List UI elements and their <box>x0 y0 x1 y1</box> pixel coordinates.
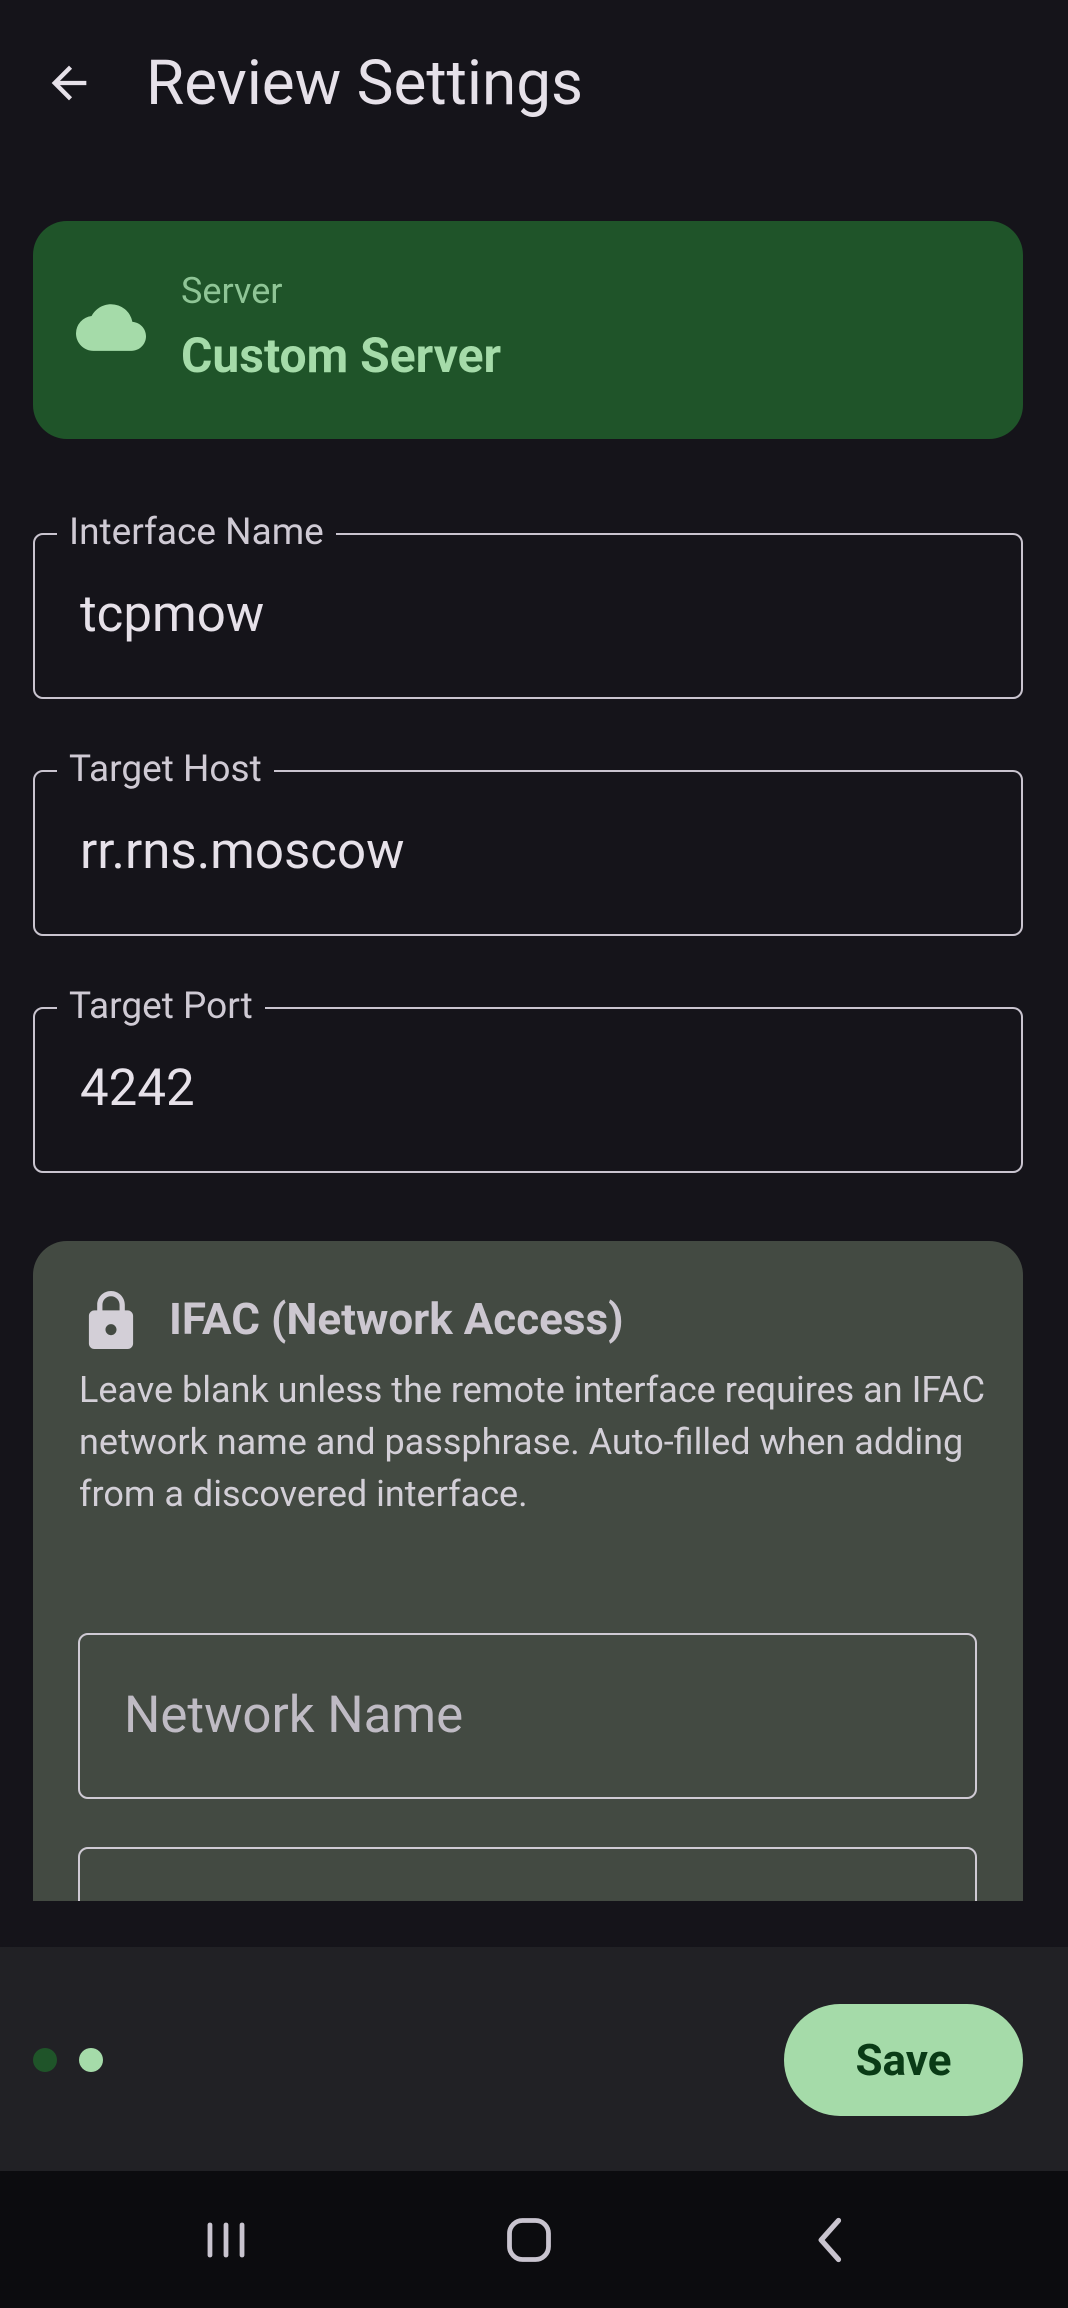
system-back-button[interactable] <box>802 2210 862 2270</box>
target-port-value[interactable]: 4242 <box>80 1056 195 1122</box>
interface-name-label: Interface Name <box>57 508 336 558</box>
home-button[interactable] <box>499 2210 559 2270</box>
target-host-label: Target Host <box>57 745 274 795</box>
network-name-input[interactable] <box>124 1683 924 1749</box>
back-button[interactable] <box>30 44 108 122</box>
arrow-back-icon <box>51 65 87 101</box>
page-title: Review Settings <box>146 47 584 120</box>
target-port-field[interactable]: Target Port 4242 <box>33 982 1023 1173</box>
recents-button[interactable] <box>196 2210 256 2270</box>
ifac-description: Leave blank unless the remote interface … <box>79 1369 985 1515</box>
review-settings-screen: Review Settings Server Custom Server Int… <box>0 0 1068 2308</box>
server-value: Custom Server <box>181 327 502 384</box>
lock-icon <box>88 1291 134 1349</box>
recents-icon <box>207 2222 245 2258</box>
interface-name-field[interactable]: Interface Name tcpmow <box>33 508 1023 699</box>
top-app-bar: Review Settings <box>0 0 1068 170</box>
home-icon <box>507 2218 551 2262</box>
save-button[interactable]: Save <box>784 2004 1023 2116</box>
scroll-edge <box>0 1901 1068 1947</box>
pager-dot-2-active <box>79 2048 103 2072</box>
ifac-title: IFAC (Network Access) <box>169 1293 624 1345</box>
back-chevron-icon <box>818 2217 842 2263</box>
pager-dot-1 <box>33 2048 57 2072</box>
network-name-field[interactable] <box>78 1633 977 1799</box>
target-host-value[interactable]: rr.rns.moscow <box>80 819 404 885</box>
server-label: Server <box>181 270 283 312</box>
cloud-icon <box>76 304 146 351</box>
interface-name-value[interactable]: tcpmow <box>80 582 264 648</box>
target-port-label: Target Port <box>57 982 265 1032</box>
target-host-field[interactable]: Target Host rr.rns.moscow <box>33 745 1023 936</box>
